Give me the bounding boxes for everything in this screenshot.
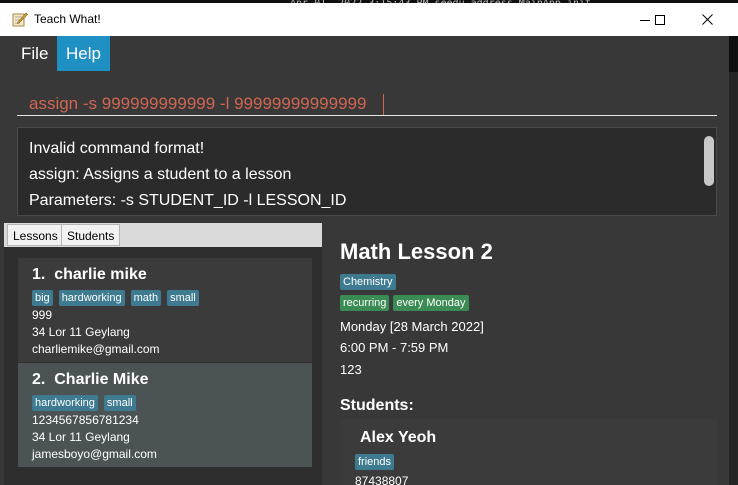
menu-file[interactable]: File [11, 36, 58, 71]
menu-help[interactable]: Help [57, 36, 110, 71]
tag: friends [355, 454, 395, 470]
window-scrollbar[interactable] [729, 72, 738, 485]
assigned-student-phone: 87438807 [355, 474, 409, 485]
title-bar[interactable]: Teach What! [0, 3, 738, 36]
student-index: 1. [32, 266, 46, 283]
students-heading: Students: [340, 397, 414, 414]
student-address: 34 Lor 11 Geylang [32, 430, 130, 444]
student-card-selected[interactable]: 2. Charlie Mike hardworking small 123456… [18, 363, 312, 467]
tag: math [130, 290, 162, 306]
tag-list: hardworking small [32, 395, 136, 411]
subject-tag: Chemistry [340, 274, 396, 290]
student-index: 2. [32, 371, 46, 388]
lesson-date: Monday [28 March 2022] [340, 319, 484, 334]
recurring-tag: every Monday [393, 295, 469, 311]
result-scrollbar[interactable] [704, 136, 714, 186]
tag: small [167, 290, 199, 306]
student-email: charliemike@gmail.com [32, 342, 160, 356]
command-box[interactable]: assign -s 999999999999 -l 99999999999999 [17, 80, 717, 116]
tab-strip: Lessons Students [4, 223, 322, 247]
result-display: Invalid command format! assign: Assigns … [17, 127, 717, 216]
result-line: Invalid command format! [29, 140, 205, 157]
lesson-detail-panel: Math Lesson 2 Chemistry recurring every … [322, 223, 729, 485]
close-icon [701, 14, 713, 25]
result-line: assign: Assigns a student to a lesson [29, 166, 292, 183]
recurrence-tags: recurring every Monday [340, 295, 469, 311]
student-phone: 1234567856781234 [32, 413, 139, 427]
student-list-panel: Lessons Students 1. charlie mike big har… [4, 223, 322, 485]
main-panel: assign -s 999999999999 -l 99999999999999… [0, 72, 729, 485]
student-email: jamesboyo@gmail.com [32, 447, 157, 461]
maximize-button[interactable] [637, 3, 683, 36]
maximize-icon [655, 14, 665, 25]
lesson-address: 123 [340, 362, 362, 377]
assigned-student-card[interactable]: Alex Yeoh friends 87438807 [340, 419, 718, 485]
result-line: Parameters: -s STUDENT_ID -l LESSON_ID [29, 192, 347, 209]
tag: hardworking [32, 395, 98, 411]
tab-students[interactable]: Students [61, 224, 121, 246]
tag-list: friends [355, 454, 395, 470]
student-card-name: 1. charlie mike [32, 266, 147, 284]
student-name: charlie mike [54, 266, 147, 283]
window-title: Teach What! [34, 12, 101, 26]
subject-tags: Chemistry [340, 274, 396, 290]
student-address: 34 Lor 11 Geylang [32, 325, 130, 339]
assigned-student-name: Alex Yeoh [360, 429, 437, 446]
student-phone: 999 [32, 308, 53, 322]
lesson-title: Math Lesson 2 [340, 239, 493, 264]
command-input[interactable]: assign -s 999999999999 -l 99999999999999 [29, 94, 366, 114]
close-button[interactable] [684, 3, 730, 36]
tag: small [103, 395, 136, 411]
tab-lessons[interactable]: Lessons [7, 224, 64, 246]
lesson-time: 6:00 PM - 7:59 PM [340, 340, 449, 355]
student-card-name: 2. Charlie Mike [32, 371, 149, 389]
text-caret [383, 94, 384, 115]
student-name: Charlie Mike [54, 371, 149, 388]
recurring-tag: recurring [340, 295, 390, 311]
pencil-notepad-icon [12, 12, 28, 27]
tag: big [32, 290, 53, 306]
menu-bar: File Help [0, 36, 729, 72]
student-card[interactable]: 1. charlie mike big hardworking math sma… [18, 258, 312, 362]
student-list: 1. charlie mike big hardworking math sma… [4, 247, 322, 485]
tag: hardworking [58, 290, 125, 306]
tag-list: big hardworking math small [32, 290, 199, 306]
